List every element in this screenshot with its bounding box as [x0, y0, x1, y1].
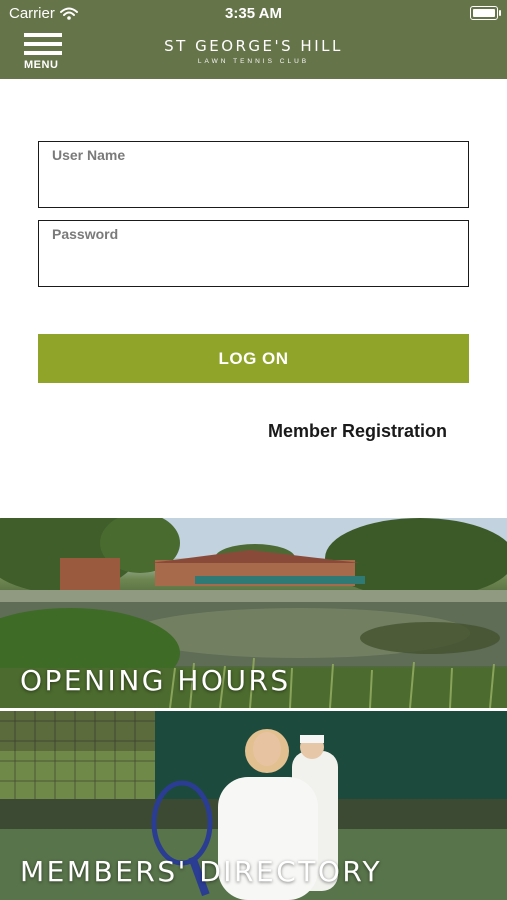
- username-label: User Name: [52, 147, 126, 163]
- password-label: Password: [52, 226, 119, 242]
- club-logo: ST GEORGE'S HILL LAWN TENNIS CLUB: [0, 37, 507, 65]
- member-registration-link[interactable]: Member Registration: [268, 421, 447, 442]
- app-header: Carrier 3:35 AM MENU ST GEORGE'S HILL LA…: [0, 0, 507, 79]
- status-time: 3:35 AM: [225, 5, 282, 22]
- members-directory-title: MEMBERS' DIRECTORY: [20, 855, 383, 888]
- username-field[interactable]: User Name: [38, 141, 469, 208]
- log-on-button[interactable]: LOG ON: [38, 334, 469, 383]
- brand-name: ST GEORGE'S HILL: [164, 37, 343, 55]
- password-field[interactable]: Password: [38, 220, 469, 287]
- battery-icon: [470, 6, 501, 20]
- opening-hours-title: OPENING HOURS: [20, 664, 291, 697]
- opening-hours-tile[interactable]: OPENING HOURS: [0, 518, 507, 708]
- status-bar: Carrier 3:35 AM: [0, 4, 507, 24]
- members-directory-tile[interactable]: MEMBERS' DIRECTORY: [0, 711, 507, 900]
- brand-subtitle: LAWN TENNIS CLUB: [197, 58, 310, 65]
